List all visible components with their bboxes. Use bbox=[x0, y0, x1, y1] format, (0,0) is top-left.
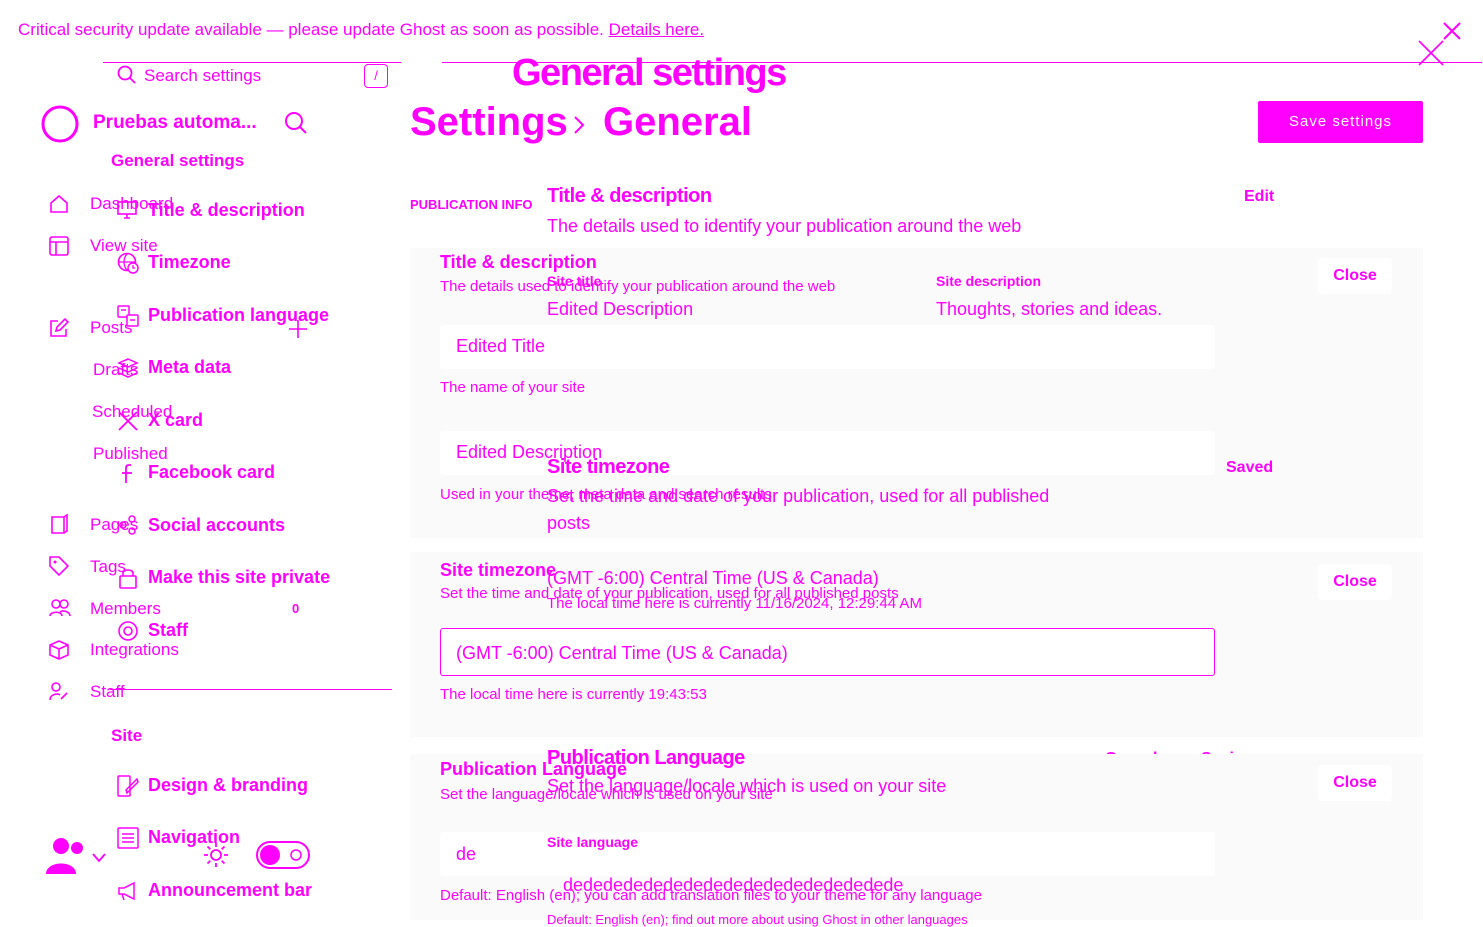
timezone-local-time: The local time here is currently 19:43:5… bbox=[440, 686, 707, 703]
site-language-hint: Default: English (en); you can add trans… bbox=[440, 887, 982, 904]
security-banner: Critical security update available — ple… bbox=[18, 20, 704, 40]
lock-icon bbox=[119, 567, 137, 594]
title-close-label: Close bbox=[1333, 267, 1377, 284]
navigation-icon bbox=[117, 827, 139, 854]
banner-close-icon[interactable] bbox=[1443, 22, 1461, 45]
language-close-button[interactable]: Close bbox=[1318, 765, 1392, 801]
settings-item-announcement-bar[interactable]: Announcement bar bbox=[148, 880, 312, 901]
nav-members[interactable]: Members bbox=[90, 599, 161, 619]
members-icon bbox=[49, 598, 71, 623]
settings-item-x-card[interactable]: X card bbox=[148, 410, 203, 431]
site-title-value: Edited Description bbox=[547, 299, 694, 319]
site-name[interactable]: Pruebas automa... bbox=[93, 112, 257, 134]
user-avatar-icon[interactable] bbox=[44, 834, 86, 881]
site-title-hint: The name of your site bbox=[440, 379, 586, 396]
sidebar-divider bbox=[110, 689, 392, 690]
language-section-description-overlay: Set the language/locale which is used on… bbox=[547, 776, 947, 796]
search-icon[interactable] bbox=[284, 111, 308, 140]
site-language-label-overlay: Site language bbox=[547, 834, 639, 850]
title-close-button[interactable]: Close bbox=[1318, 258, 1392, 294]
language-icon bbox=[117, 305, 139, 332]
save-settings-button[interactable]: Save settings bbox=[1258, 101, 1423, 143]
settings-item-timezone[interactable]: Timezone bbox=[148, 252, 231, 273]
timezone-select-value: (GMT -6:00) Central Time (US & Canada) bbox=[456, 643, 788, 663]
nav-published[interactable]: Published bbox=[93, 444, 168, 464]
settings-group-general: General settings bbox=[111, 151, 245, 170]
settings-item-meta-data[interactable]: Meta data bbox=[148, 357, 231, 378]
title-section-heading: Title & description bbox=[547, 185, 712, 207]
title-description-icon bbox=[117, 200, 137, 225]
timezone-saved-status: Saved bbox=[1226, 459, 1274, 476]
settings-group-site: Site bbox=[111, 726, 143, 745]
globe-clock-icon bbox=[117, 252, 139, 279]
tag-icon bbox=[49, 556, 70, 581]
site-title-label: Site title bbox=[547, 273, 602, 289]
site-description-label: Site description bbox=[936, 273, 1042, 289]
gear-icon[interactable] bbox=[203, 842, 229, 873]
meta-data-icon bbox=[117, 357, 139, 384]
timezone-close-label: Close bbox=[1333, 573, 1377, 590]
social-accounts-icon bbox=[117, 515, 137, 540]
title-panel-heading: Title & description bbox=[440, 252, 597, 272]
settings-item-publication-language[interactable]: Publication language bbox=[148, 305, 329, 326]
integrations-icon bbox=[49, 640, 69, 665]
megaphone-icon bbox=[117, 880, 139, 907]
timezone-close-button[interactable]: Close bbox=[1318, 564, 1392, 600]
settings-item-social-accounts[interactable]: Social accounts bbox=[148, 515, 285, 536]
search-icon bbox=[117, 65, 137, 90]
page-title: General settings bbox=[512, 52, 787, 94]
timezone-panel-heading: Site timezone bbox=[440, 560, 557, 580]
save-settings-label: Save settings bbox=[1288, 113, 1393, 130]
posts-icon bbox=[49, 317, 70, 343]
staff-settings-icon bbox=[117, 620, 139, 647]
banner-text: Critical security update available — ple… bbox=[18, 20, 604, 39]
site-language-input-value: de bbox=[456, 844, 477, 864]
settings-item-title-description[interactable]: Title & description bbox=[148, 200, 305, 221]
timezone-section-description-1: Set the time and date of your publicatio… bbox=[547, 486, 1050, 506]
chevron-down-icon[interactable] bbox=[92, 850, 106, 868]
site-title-input-value: Edited Title bbox=[456, 336, 546, 356]
search-underline bbox=[103, 62, 401, 63]
home-icon bbox=[49, 194, 69, 219]
language-section-heading-overlay: Publication Language bbox=[547, 747, 745, 769]
pages-icon bbox=[49, 513, 69, 539]
site-title-input[interactable]: Edited Title bbox=[440, 325, 1215, 369]
breadcrumb-root[interactable]: Settings bbox=[410, 100, 568, 145]
title-section-edit-button[interactable]: Edit bbox=[1244, 188, 1274, 206]
timezone-section-description-2: posts bbox=[547, 513, 591, 533]
language-close-label: Close bbox=[1333, 774, 1377, 791]
settings-item-design-branding[interactable]: Design & branding bbox=[148, 775, 308, 796]
close-settings-icon[interactable] bbox=[1418, 40, 1444, 71]
facebook-icon bbox=[120, 462, 136, 489]
title-section-description: The details used to identify your public… bbox=[547, 216, 1022, 236]
settings-item-staff[interactable]: Staff bbox=[148, 620, 188, 641]
publication-info-heading: PUBLICATION INFO bbox=[410, 197, 533, 212]
x-logo-icon bbox=[117, 410, 139, 437]
staff-icon bbox=[49, 682, 69, 707]
search-input[interactable]: Search settings bbox=[144, 66, 261, 86]
banner-details-link[interactable]: Details here. bbox=[609, 20, 704, 39]
title-panel-description: The details used to identify your public… bbox=[440, 278, 836, 295]
members-count-badge: 0 bbox=[292, 601, 300, 616]
settings-item-make-private[interactable]: Make this site private bbox=[148, 567, 330, 588]
settings-item-facebook-card[interactable]: Facebook card bbox=[148, 462, 275, 483]
breadcrumb-chevron-icon bbox=[573, 116, 585, 139]
timezone-select[interactable]: (GMT -6:00) Central Time (US & Canada) bbox=[440, 628, 1215, 676]
timezone-section-heading: Site timezone bbox=[547, 456, 670, 478]
site-description-value: Thoughts, stories and ideas. bbox=[936, 299, 1163, 319]
timezone-local-time-old: The local time here is currently 11/16/2… bbox=[547, 595, 922, 612]
search-shortcut-key: / bbox=[364, 64, 388, 88]
view-site-icon bbox=[49, 236, 69, 261]
site-logo bbox=[40, 104, 80, 149]
night-mode-toggle[interactable] bbox=[256, 841, 310, 874]
design-branding-icon bbox=[117, 775, 139, 802]
breadcrumb-current: General bbox=[603, 100, 752, 144]
nav-staff[interactable]: Staff bbox=[90, 682, 125, 702]
